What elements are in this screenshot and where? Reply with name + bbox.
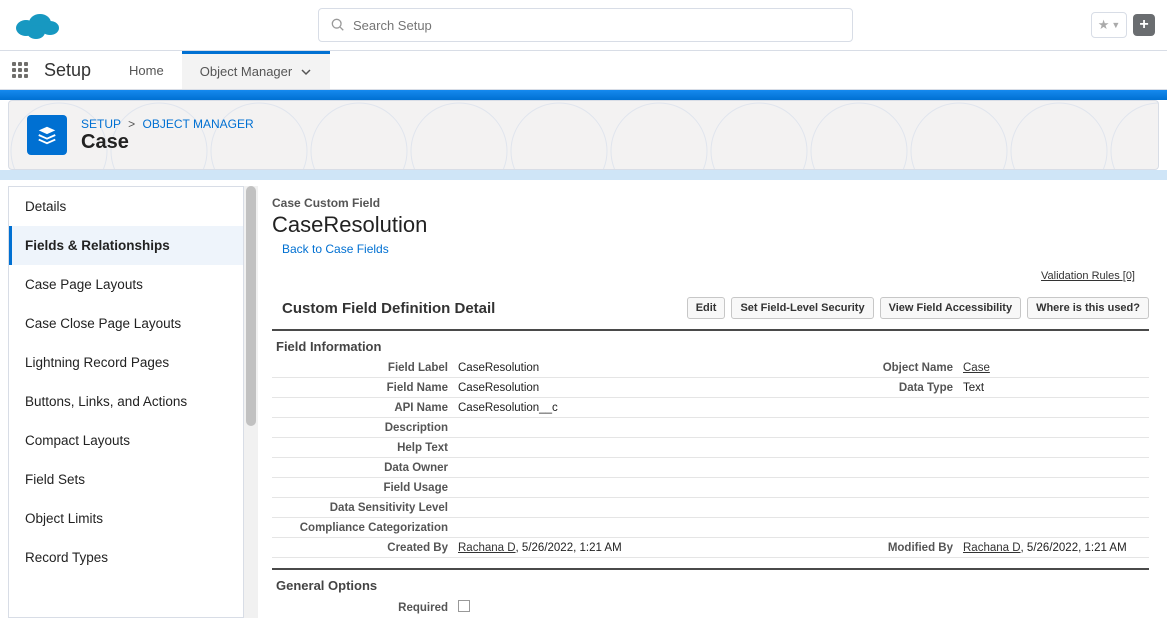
label: Object Name <box>833 362 963 374</box>
sidebar: Details Fields & Relationships Case Page… <box>8 186 244 618</box>
sidebar-item-object-limits[interactable]: Object Limits <box>9 499 243 538</box>
decorative-band <box>0 170 1167 180</box>
add-button[interactable]: + <box>1133 14 1155 36</box>
star-icon: ★ <box>1098 17 1110 33</box>
eyebrow: Case Custom Field <box>272 196 1149 210</box>
sidebar-item-page-layouts[interactable]: Case Page Layouts <box>9 265 243 304</box>
detail-row: Compliance Categorization <box>272 518 1149 538</box>
value: CaseResolution <box>458 362 833 374</box>
top-bar: ★ ▼ + <box>0 0 1167 50</box>
nav-object-manager[interactable]: Object Manager <box>182 51 331 89</box>
modified-by-link[interactable]: Rachana D <box>963 542 1021 554</box>
scrollbar[interactable] <box>244 186 258 618</box>
nav-bar: Setup Home Object Manager <box>0 50 1167 90</box>
label: Field Label <box>278 362 458 374</box>
breadcrumb-setup[interactable]: SETUP <box>81 117 121 131</box>
app-name: Setup <box>40 60 111 81</box>
object-icon <box>27 115 67 155</box>
nav-label: Object Manager <box>200 64 293 79</box>
object-link[interactable]: Case <box>963 362 990 374</box>
nav-home[interactable]: Home <box>111 51 182 89</box>
view-accessibility-button[interactable]: View Field Accessibility <box>880 297 1022 319</box>
label: Field Usage <box>278 482 458 494</box>
app-launcher-button[interactable] <box>0 62 40 78</box>
label: Description <box>278 422 458 434</box>
label: Required <box>278 602 458 614</box>
sidebar-item-close-layouts[interactable]: Case Close Page Layouts <box>9 304 243 343</box>
edit-button[interactable]: Edit <box>687 297 726 319</box>
detail-row: Field Name CaseResolution Data Type Text <box>272 378 1149 398</box>
detail-row: Field Usage <box>272 478 1149 498</box>
breadcrumb-object-manager[interactable]: OBJECT MANAGER <box>143 117 254 131</box>
search-box[interactable] <box>318 8 853 42</box>
detail-row: API Name CaseResolution__c <box>272 398 1149 418</box>
detail-row: Data Sensitivity Level <box>272 498 1149 518</box>
page-header: SETUP > OBJECT MANAGER Case <box>8 100 1159 170</box>
set-fls-button[interactable]: Set Field-Level Security <box>731 297 873 319</box>
chevron-down-icon: ▼ <box>1111 20 1120 30</box>
search-input[interactable] <box>353 18 840 33</box>
favorites-button[interactable]: ★ ▼ <box>1091 12 1127 38</box>
detail-row: Data Owner <box>272 458 1149 478</box>
app-launcher-icon <box>12 62 28 78</box>
sidebar-item-record-types[interactable]: Record Types <box>9 538 243 577</box>
detail-row: Help Text <box>272 438 1149 458</box>
decorative-band <box>0 90 1167 100</box>
breadcrumb: SETUP > OBJECT MANAGER <box>81 117 254 131</box>
main-content: Case Custom Field CaseResolution Back to… <box>258 186 1159 618</box>
value: Rachana D, 5/26/2022, 1:21 AM <box>963 542 1143 554</box>
detail-row: Field Label CaseResolution Object Name C… <box>272 358 1149 378</box>
back-link[interactable]: Back to Case Fields <box>282 242 389 256</box>
chevron-down-icon <box>300 66 312 78</box>
general-options-subhead: General Options <box>272 570 1149 597</box>
required-checkbox <box>458 600 470 612</box>
validation-rules-link[interactable]: Validation Rules [0] <box>272 270 1135 282</box>
sidebar-item-buttons-links[interactable]: Buttons, Links, and Actions <box>9 382 243 421</box>
label: Modified By <box>833 542 963 554</box>
detail-row: Required <box>272 597 1149 618</box>
label: Data Owner <box>278 462 458 474</box>
value: CaseResolution <box>458 382 833 394</box>
label: Data Sensitivity Level <box>278 502 458 514</box>
page-title: Case <box>81 131 254 154</box>
value: Rachana D, 5/26/2022, 1:21 AM <box>458 542 833 554</box>
detail-row: Created By Rachana D, 5/26/2022, 1:21 AM… <box>272 538 1149 558</box>
label: Data Type <box>833 382 963 394</box>
section-title: Custom Field Definition Detail <box>272 292 505 323</box>
stack-icon <box>36 124 58 146</box>
label: Created By <box>278 542 458 554</box>
label: Compliance Categorization <box>278 522 458 534</box>
sidebar-item-details[interactable]: Details <box>9 187 243 226</box>
label: Field Name <box>278 382 458 394</box>
value: CaseResolution__c <box>458 402 1143 414</box>
created-by-link[interactable]: Rachana D <box>458 542 516 554</box>
detail-row: Description <box>272 418 1149 438</box>
search-icon <box>331 18 345 32</box>
sidebar-item-fields[interactable]: Fields & Relationships <box>9 226 243 265</box>
field-info-subhead: Field Information <box>272 331 1149 358</box>
label: API Name <box>278 402 458 414</box>
modified-by-date: , 5/26/2022, 1:21 AM <box>1021 542 1127 554</box>
scrollbar-thumb[interactable] <box>246 186 256 426</box>
salesforce-logo-icon <box>12 8 60 42</box>
section-header: Custom Field Definition Detail Edit Set … <box>272 292 1149 331</box>
label: Help Text <box>278 442 458 454</box>
sidebar-item-lightning-pages[interactable]: Lightning Record Pages <box>9 343 243 382</box>
field-title: CaseResolution <box>272 212 1149 238</box>
sidebar-item-field-sets[interactable]: Field Sets <box>9 460 243 499</box>
created-by-date: , 5/26/2022, 1:21 AM <box>516 542 622 554</box>
sidebar-item-compact-layouts[interactable]: Compact Layouts <box>9 421 243 460</box>
plus-icon: + <box>1139 16 1148 34</box>
where-used-button[interactable]: Where is this used? <box>1027 297 1149 319</box>
value: Text <box>963 382 1143 394</box>
